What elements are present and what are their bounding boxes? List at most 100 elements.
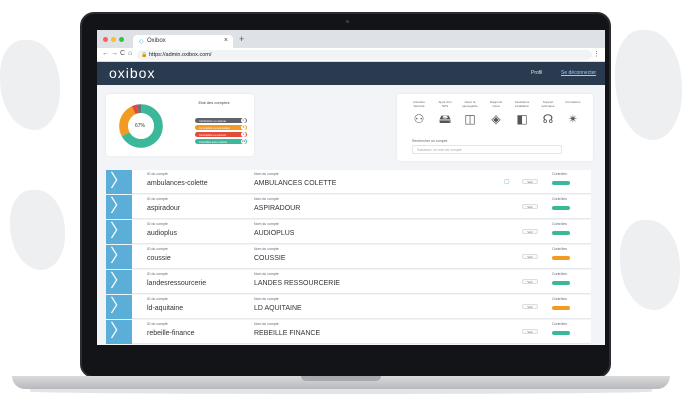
status-card-title: Etat des comptes [198,100,230,105]
name-column-label: Nom du compte [254,297,279,301]
logo[interactable]: oxibox [109,65,155,81]
book-icon: ◧ [516,112,528,126]
table-row[interactable]: 〉 ID du compte aspiradour Nom du compte ASPI… [106,195,591,219]
logout-link[interactable]: Se déconnecter [561,70,596,76]
browser-tab[interactable]: ◇ Oxibox × [133,35,233,48]
control-label: Contrôles [552,222,567,226]
account-name: ASPIRADOUR [254,205,301,212]
account-name: LANDES RESSOURCERIE [254,280,340,287]
window-close-dot[interactable] [103,37,108,42]
legend-item[interactable]: Incomplets ou anomalies 5 [195,125,247,130]
service-sauvegarde[interactable]: Gérer la sauvegarde ◫ [460,100,480,126]
home-icon[interactable]: ⌂ [128,50,132,57]
url-text: https://admin.oxibox.com/ [149,52,212,58]
person-icon: ✴ [567,112,579,126]
donut-percent-label: 67% [135,123,146,129]
service-annuaire[interactable]: Annuaire Sécurité ⚇ [409,100,429,126]
view-button[interactable]: Voir [522,229,538,234]
expand-arrow-icon[interactable]: 〉 [106,270,132,294]
control-label: Contrôles [552,197,567,201]
view-button[interactable]: Voir [522,329,538,334]
account-id: coussie [147,255,171,262]
service-label: Annuaire Sécurité [412,100,425,108]
services-card: Annuaire Sécurité ⚇ Ajout d'un NPS 🖴 Gérer… [397,94,593,161]
lock-icon: 🔒 [141,52,148,58]
id-column-label: ID du compte [147,247,168,251]
service-label: Assistance installation [514,100,530,108]
account-status-card: 67% Etat des comptes Vérification en att… [106,94,254,156]
control-label: Contrôles [552,247,567,251]
map-decoration [0,40,60,130]
table-row[interactable]: 〉 ID du compte rebeille-finance Nom du comp… [106,320,591,344]
service-nps[interactable]: Ajout d'un NPS 🖴 [435,100,455,126]
id-column-label: ID du compte [147,222,168,226]
table-row[interactable]: 〉 ID du compte ld-aquitaine Nom du compte LD… [106,295,591,319]
service-label: Ajout d'un NPS [438,100,452,108]
reload-icon[interactable]: C [120,50,125,57]
table-row[interactable]: 〉 ID du compte ambulances-colette Nom du co… [106,170,591,194]
table-row[interactable]: 〉 ID du compte audioplus Nom du compte AUDIO… [106,220,591,244]
legend-count: 1 [241,118,246,123]
service-formations[interactable]: Formations ✴ [563,100,583,126]
id-column-label: ID du compte [147,197,168,201]
screen: ◇ Oxibox × + ← → C ⌂ 🔒 https://admin.oxi… [97,30,605,345]
legend-item[interactable]: Incomplets ou erreurs 1 [195,132,247,137]
id-column-label: ID du compte [147,297,168,301]
legend-label: Incomplets ou erreurs [199,133,227,137]
legend-item[interactable]: Vérification en attente 1 [195,118,247,123]
window-maximize-dot[interactable] [119,37,124,42]
legend-label: Contrôlés avec succès [199,140,228,144]
legend-label: Vérification en attente [199,119,227,123]
expand-arrow-icon[interactable]: 〉 [106,245,132,269]
window-minimize-dot[interactable] [111,37,116,42]
control-status-bar [552,231,570,235]
view-button[interactable]: Voir [522,254,538,259]
account-name: REBEILLE FINANCE [254,330,321,337]
control-status-bar [552,206,570,210]
forward-icon[interactable]: → [111,50,118,57]
service-support[interactable]: Support technique ☊ [538,100,558,126]
app-header: oxibox Profil Se déconnecter [97,62,605,85]
new-tab-icon[interactable]: + [239,34,244,44]
id-column-label: ID du compte [147,172,168,176]
view-button[interactable]: Voir [522,304,538,309]
search-input[interactable]: Saisissez un nom de compte [412,145,562,154]
id-column-label: ID du compte [147,322,168,326]
view-button[interactable]: Voir [522,279,538,284]
table-row[interactable]: 〉 ID du compte coussie Nom du compte COUSSIE… [106,245,591,269]
back-icon[interactable]: ← [102,50,109,57]
note-icon[interactable]: ▢ [504,178,510,185]
service-rapports[interactable]: Rapports cloud ◈ [486,100,506,126]
profile-link[interactable]: Profil [531,70,542,76]
control-status-bar [552,256,570,260]
control-status-bar [552,181,570,185]
account-id: landesressourcerie [147,280,207,287]
map-decoration [615,30,682,140]
expand-arrow-icon[interactable]: 〉 [106,170,132,194]
account-id: aspiradour [147,205,181,212]
view-button[interactable]: Voir [522,204,538,209]
address-bar[interactable]: 🔒 https://admin.oxibox.com/ [137,50,592,60]
service-assistance[interactable]: Assistance installation ◧ [512,100,532,126]
expand-arrow-icon[interactable]: 〉 [106,195,132,219]
control-status-bar [552,306,570,310]
control-status-bar [552,331,570,335]
diamond-icon: ◈ [491,112,501,126]
browser-menu-icon[interactable]: ⋮ [593,50,600,58]
dashboard: 67% Etat des comptes Vérification en att… [97,85,605,345]
close-tab-icon[interactable]: × [224,37,228,44]
account-name: AUDIOPLUS [254,230,295,237]
tab-title: Oxibox [147,38,166,44]
control-label: Contrôles [552,272,567,276]
expand-arrow-icon[interactable]: 〉 [106,295,132,319]
view-button[interactable]: Voir [522,179,538,184]
expand-arrow-icon[interactable]: 〉 [106,220,132,244]
map-decoration [620,220,680,310]
browser-toolbar: ← → C ⌂ 🔒 https://admin.oxibox.com/ ⋮ [97,48,605,62]
table-row[interactable]: 〉 ID du compte landesressourcerie Nom du co… [106,270,591,294]
user-lock-icon: ⚇ [413,112,425,126]
legend-item[interactable]: Contrôlés avec succès 23 [195,139,247,144]
expand-arrow-icon[interactable]: 〉 [106,320,132,344]
name-column-label: Nom du compte [254,247,279,251]
service-label: Formations [565,100,581,104]
